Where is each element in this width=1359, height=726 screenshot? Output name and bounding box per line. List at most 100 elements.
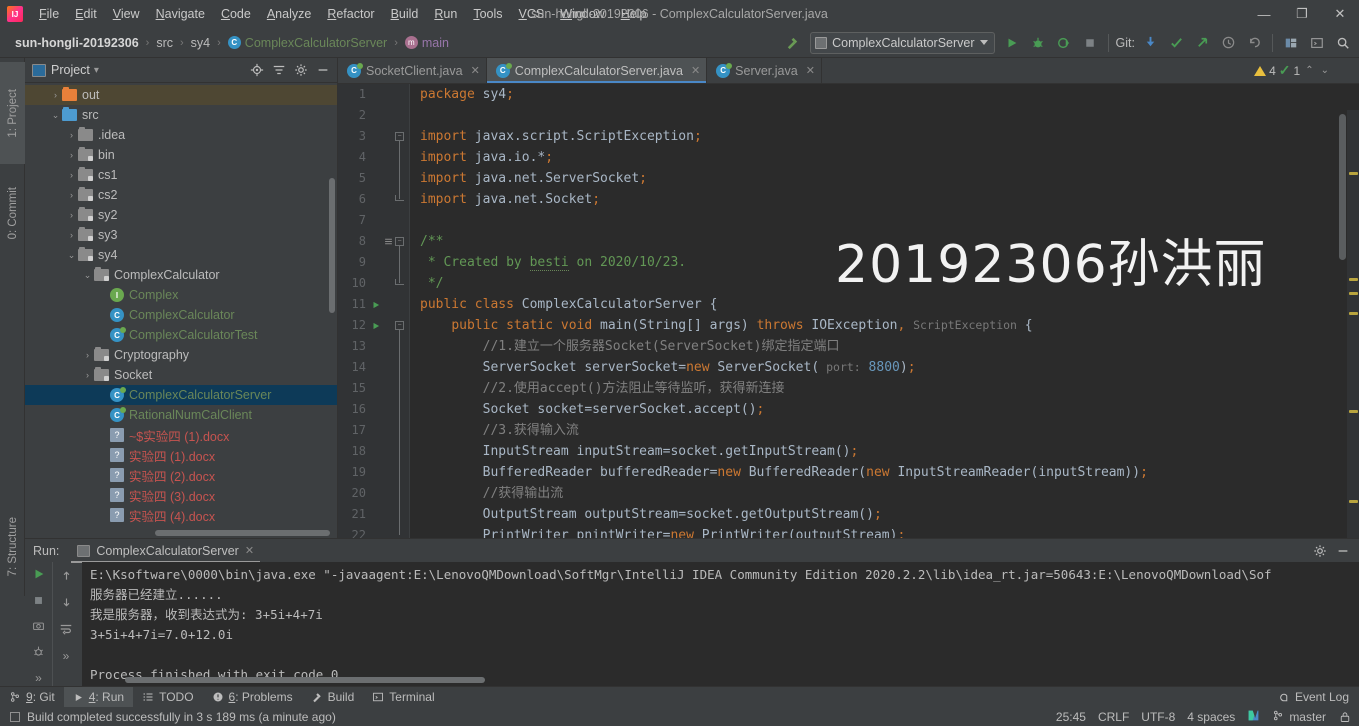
close-icon[interactable]: ✕ [803,64,815,77]
gutter-run-icon-line-12[interactable] [370,320,381,331]
menu-item-view[interactable]: View [105,3,148,25]
editor-tab-complexcalculatorserverjava[interactable]: C ComplexCalculatorServer.java ✕ [486,58,708,83]
close-icon[interactable]: ✕ [688,64,700,77]
tree-node-complexcalculatortest[interactable]: C ComplexCalculatorTest [25,325,337,345]
chevron-down-icon[interactable]: ⌄ [1319,65,1331,76]
search-icon[interactable] [1330,31,1355,55]
more-icon-2[interactable]: » [56,646,76,666]
run-tab-complexcalculatorserver[interactable]: ComplexCalculatorServer ✕ [71,542,260,563]
tree-node-complexcalculator[interactable]: C ComplexCalculator [25,305,337,325]
bottom-tab-build[interactable]: Build [302,687,364,707]
gear-icon[interactable] [1310,541,1330,561]
bottom-tab-terminal[interactable]: Terminal [363,687,443,707]
minimize-button[interactable]: — [1245,0,1283,28]
chevron-down-icon[interactable]: ⌄ [65,249,78,262]
stripe-tab-structure[interactable]: 7: Structure [0,488,25,606]
breadcrumb-class[interactable]: ComplexCalculatorServer [225,34,390,52]
chevron-right-icon[interactable]: › [81,369,94,382]
chevron-right-icon[interactable]: › [81,349,94,362]
minimize-icon[interactable] [1333,541,1353,561]
camera-icon[interactable] [29,617,49,636]
rollback-icon[interactable] [1242,31,1267,55]
tree-node-sy4[interactable]: ⌄ sy4 [25,245,337,265]
bottom-tab-6problems[interactable]: 6: Problems [203,687,302,707]
stripe-tab-commit[interactable]: 0: Commit [0,166,25,260]
menu-item-window[interactable]: Window [552,3,612,25]
push-arrow-icon[interactable] [1190,31,1215,55]
tree-node-complexcalculator[interactable]: ⌄ ComplexCalculator [25,265,337,285]
editor-tab-socketclientjava[interactable]: C SocketClient.java ✕ [338,58,487,83]
tree-node-2docx[interactable]: 实验四 (2).docx [25,465,337,485]
chevron-right-icon[interactable]: › [65,129,78,142]
commit-icon[interactable] [1164,31,1189,55]
menu-item-refactor[interactable]: Refactor [319,3,382,25]
menu-item-run[interactable]: Run [426,3,465,25]
tree-node-3docx[interactable]: 实验四 (3).docx [25,485,337,505]
maximize-button[interactable]: ❐ [1283,0,1321,28]
marker-warning-4[interactable] [1349,410,1358,413]
more-icon[interactable]: » [29,668,49,687]
bottom-tab-9git[interactable]: 9: Git [0,687,64,707]
tree-node-sy3[interactable]: › sy3 [25,225,337,245]
breadcrumb-method[interactable]: main [402,34,452,52]
menu-item-vcs[interactable]: VCS [511,3,553,25]
stop-button[interactable] [1078,31,1103,55]
editor-tab-serverjava[interactable]: C Server.java ✕ [707,58,822,83]
marker-warning-1[interactable] [1349,278,1358,281]
tree-node-idea[interactable]: › .idea [25,125,337,145]
chevron-right-icon[interactable]: › [65,149,78,162]
bottom-tab-todo[interactable]: TODO [133,687,202,707]
chevron-right-icon[interactable]: › [65,209,78,222]
tree-node-complexcalculatorserver[interactable]: C ComplexCalculatorServer [25,385,337,405]
tree-node-socket[interactable]: › Socket [25,365,337,385]
project-vertical-scrollbar[interactable] [329,178,335,313]
scroll-down-icon[interactable] [56,592,76,612]
tree-node-4docx[interactable]: 实验四 (4).docx [25,505,337,525]
menu-item-build[interactable]: Build [383,3,427,25]
tree-node-complex[interactable]: I Complex [25,285,337,305]
run-button[interactable] [1000,31,1025,55]
breadcrumb-project[interactable]: sun-hongli-20192306 [12,34,142,52]
stop-icon[interactable] [29,591,49,610]
menu-item-tools[interactable]: Tools [465,3,510,25]
code-lines[interactable]: package sy4; import javax.script.ScriptE… [410,84,1359,538]
breadcrumb-package[interactable]: sy4 [188,34,213,52]
menu-item-file[interactable]: File [31,3,67,25]
tree-node-bin[interactable]: › bin [25,145,337,165]
menu-item-navigate[interactable]: Navigate [148,3,213,25]
layout-icon[interactable] [1278,31,1303,55]
menu-item-edit[interactable]: Edit [67,3,105,25]
marker-bar[interactable] [1347,110,1359,538]
menu-item-help[interactable]: Help [613,3,655,25]
caret-position[interactable]: 25:45 [1056,710,1086,724]
gutter-run-icon-line-11[interactable] [370,299,381,310]
inspection-widget[interactable]: 4 ✓ 1 ⌃ ⌄ [1254,62,1331,79]
marker-warning-5[interactable] [1349,500,1358,503]
marker-warning-2[interactable] [1349,292,1358,295]
minimize-icon[interactable] [313,60,333,80]
marker-warning-0[interactable] [1349,172,1358,175]
line-separator[interactable]: CRLF [1098,710,1129,724]
expand-collapse-icon[interactable] [269,60,289,80]
console-output[interactable]: E:\Ksoftware\0000\bin\java.exe "-javaage… [82,562,1359,687]
build-hammer-icon[interactable] [780,31,805,55]
gear-icon[interactable] [291,60,311,80]
run-configuration-selector[interactable]: ComplexCalculatorServer [810,31,995,54]
history-icon[interactable] [1216,31,1241,55]
breadcrumb-src[interactable]: src [153,34,176,52]
tree-node-src[interactable]: ⌄ src [25,105,337,125]
menu-item-analyze[interactable]: Analyze [259,3,319,25]
run-with-coverage-button[interactable] [1052,31,1077,55]
gutter-javadoc-marker-line-8[interactable] [384,237,393,246]
tree-node-rationalnumcalclient[interactable]: C RationalNumCalClient [25,405,337,425]
debug-button[interactable] [1026,31,1051,55]
indent-setting[interactable]: 4 spaces [1187,710,1235,724]
tree-node-cs2[interactable]: › cs2 [25,185,337,205]
soft-wrap-icon[interactable] [56,619,76,639]
tree-node-sy2[interactable]: › sy2 [25,205,337,225]
update-project-icon[interactable] [1138,31,1163,55]
bottom-tab-4run[interactable]: 4: Run [63,687,134,707]
project-panel-caret[interactable]: ▾ [94,65,99,76]
tree-node-1docx[interactable]: 实验四 (1).docx [25,445,337,465]
vcs-v-icon[interactable] [1247,709,1260,725]
